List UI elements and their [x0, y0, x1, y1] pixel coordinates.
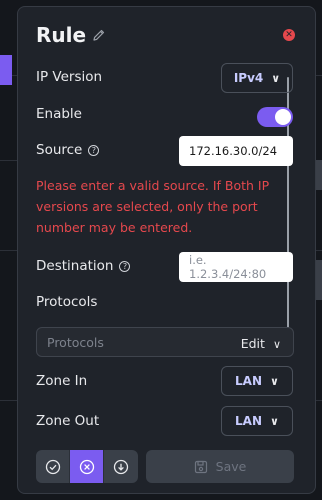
source-error-message: Please enter a valid source. If Both IP … — [36, 178, 270, 235]
close-icon[interactable]: ✕ — [283, 29, 295, 41]
zone-out-select[interactable]: LAN ∨ — [221, 406, 293, 436]
protocols-select[interactable]: Protocols Edit ∨ — [36, 327, 294, 357]
chevron-down-icon: ∨ — [270, 374, 279, 388]
pencil-icon[interactable] — [92, 28, 106, 42]
zone-in-value: LAN — [235, 374, 263, 388]
background-scroll-hint — [316, 260, 322, 300]
toggle-knob — [275, 109, 291, 125]
check-icon — [45, 459, 60, 474]
ip-version-label: IP Version — [36, 69, 103, 85]
download-button[interactable] — [104, 450, 138, 483]
rule-modal: Rule ✕ IP Version IPv4 ∨ Enable Source? … — [17, 6, 316, 494]
download-icon — [113, 459, 129, 474]
chevron-down-icon: ∨ — [270, 414, 279, 428]
source-label: Source? — [36, 142, 100, 158]
zone-in-select[interactable]: LAN ∨ — [221, 366, 293, 396]
source-input[interactable]: 172.16.30.0/24 — [179, 136, 293, 166]
save-button-label: Save — [215, 459, 247, 474]
modal-header: Rule — [36, 23, 106, 47]
enable-toggle[interactable] — [257, 107, 293, 127]
source-label-text: Source — [36, 142, 83, 158]
ip-version-value: IPv4 — [233, 71, 264, 85]
save-button[interactable]: Save — [146, 450, 294, 483]
background-scroll-hint — [316, 160, 322, 190]
protocols-placeholder: Protocols — [47, 334, 104, 350]
zone-out-label: Zone Out — [36, 413, 100, 429]
ip-version-select[interactable]: IPv4 ∨ — [221, 63, 293, 93]
destination-label: Destination? — [36, 258, 131, 274]
help-icon[interactable]: ? — [88, 144, 100, 156]
action-button-group — [36, 450, 138, 483]
chevron-down-icon: ∨ — [272, 337, 281, 351]
modal-title: Rule — [36, 23, 87, 47]
destination-label-text: Destination — [36, 258, 114, 274]
zone-out-value: LAN — [235, 414, 263, 428]
x-icon — [79, 459, 94, 474]
enable-label: Enable — [36, 106, 82, 122]
check-button[interactable] — [36, 450, 70, 483]
protocols-label: Protocols — [36, 294, 98, 310]
background-nav-highlight — [0, 55, 12, 85]
cancel-button[interactable] — [70, 450, 104, 483]
protocols-edit-label: Edit — [240, 335, 265, 351]
help-icon[interactable]: ? — [119, 260, 131, 272]
destination-input[interactable]: i.e. 1.2.3.4/24:80 — [179, 252, 293, 282]
zone-in-label: Zone In — [36, 373, 88, 389]
chevron-down-icon: ∨ — [271, 71, 281, 85]
floppy-icon — [194, 460, 207, 473]
